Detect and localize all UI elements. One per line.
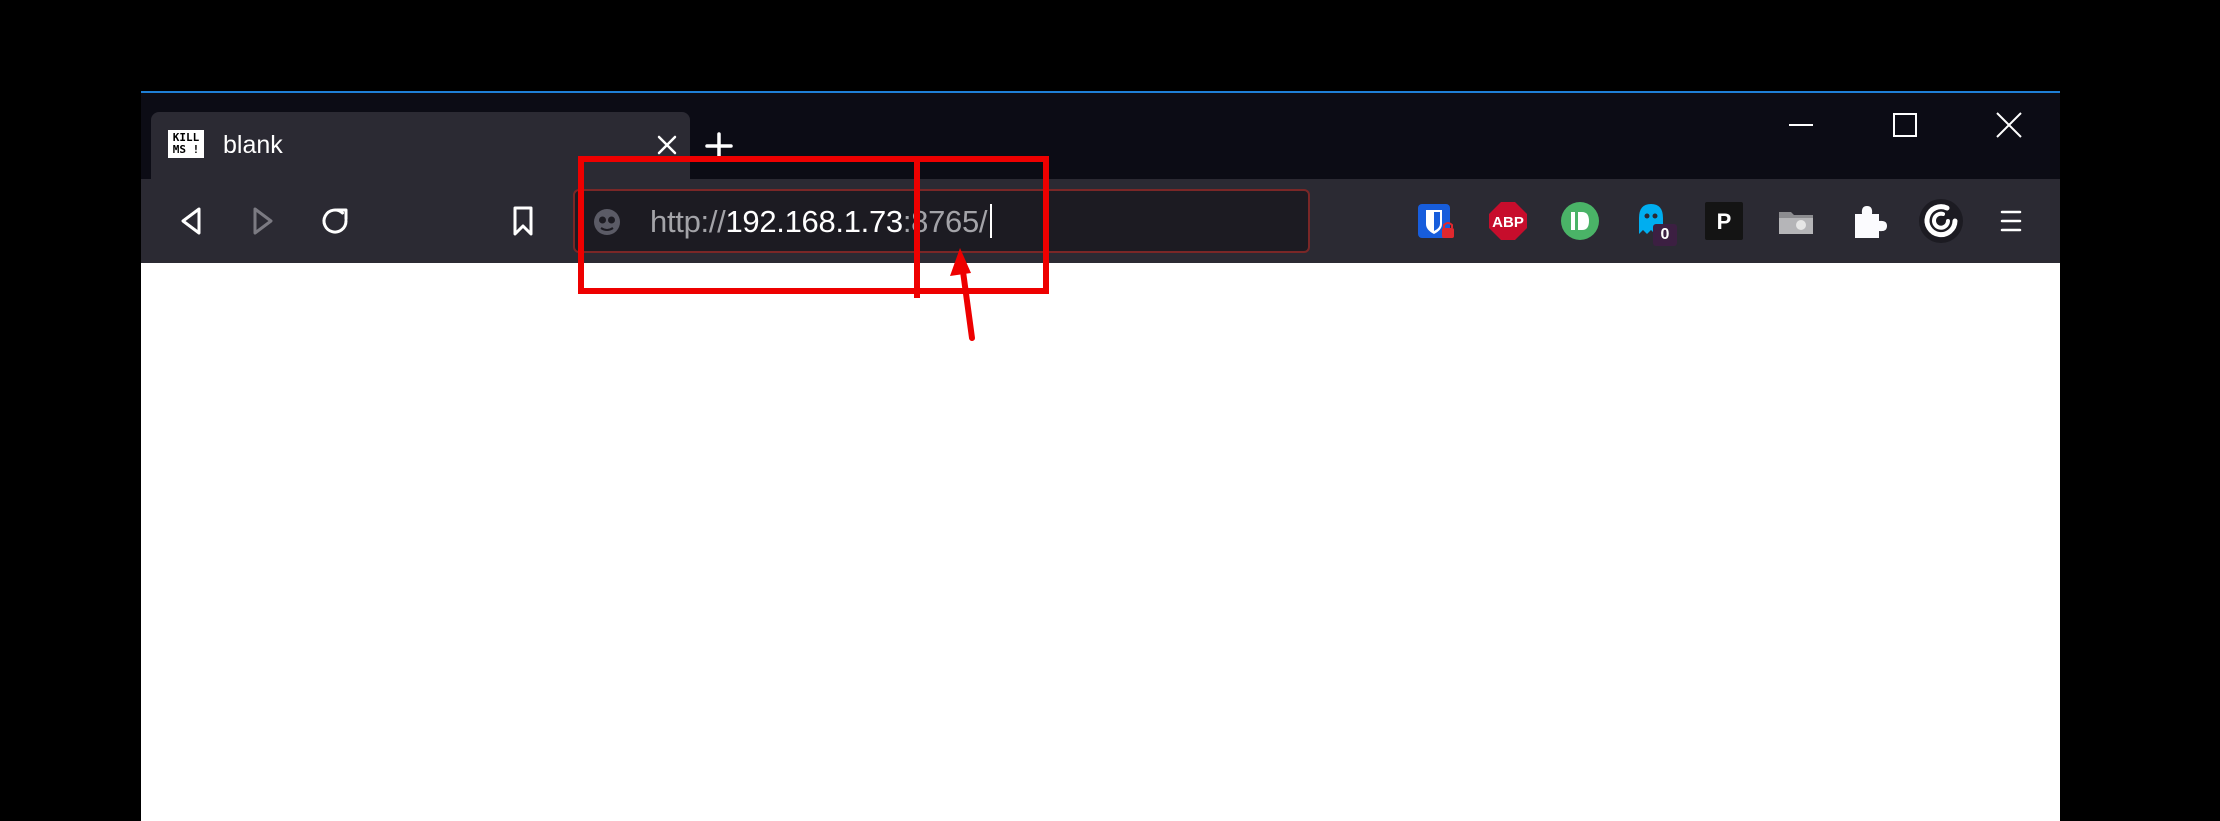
g-swirl-icon[interactable] [1917,199,1963,243]
adblock-plus-icon[interactable]: ABP [1487,200,1529,242]
window-close-icon [1996,112,2022,138]
tab-strip: KILL MS ! blank [141,93,2060,179]
annotation-divider-line [914,156,920,298]
navigation-toolbar: http://192.168.1.73:8765/ ABP 0 P [141,179,2060,263]
browser-window: KILL MS ! blank http://192.168.1.73:8765… [141,91,2060,821]
maximize-icon [1893,113,1917,137]
extensions-puzzle-icon[interactable] [1847,200,1889,242]
back-arrow-icon [181,207,201,235]
ghostery-badge: 0 [1653,224,1677,246]
p-extension-icon[interactable]: P [1703,200,1745,242]
minimize-button[interactable] [1761,105,1841,145]
pushbullet-icon[interactable] [1559,200,1601,242]
maximize-button[interactable] [1865,105,1945,145]
p-extension-label: P [1717,209,1732,234]
reload-button[interactable] [313,199,357,243]
back-button[interactable] [169,199,213,243]
tab-close-icon[interactable] [654,132,680,158]
tab-favicon: KILL MS ! [168,130,204,158]
tab-title: blank [223,131,283,159]
page-content [141,263,2060,821]
abp-label: ABP [1492,214,1524,231]
window-close-button[interactable] [1969,105,2049,145]
bookmark-icon [513,206,533,236]
folder-icon[interactable] [1775,200,1817,242]
reload-icon [322,208,348,234]
minimize-icon [1789,124,1813,126]
forward-arrow-icon [253,207,273,235]
ghostery-icon[interactable]: 0 [1631,200,1677,246]
bookmark-button[interactable] [501,199,545,243]
bitwarden-icon[interactable] [1414,200,1456,242]
menu-hamburger-icon[interactable] [1990,200,2032,242]
annotation-arrow [950,248,975,341]
forward-button[interactable] [241,199,285,243]
